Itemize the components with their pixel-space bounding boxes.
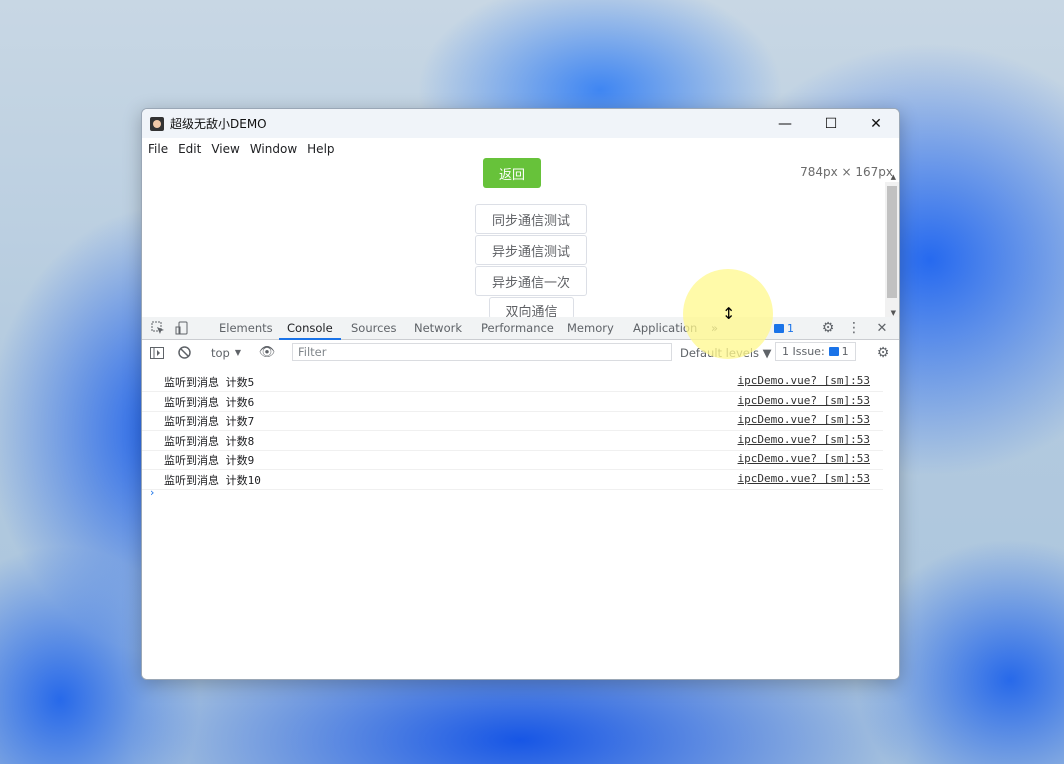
- message-badge[interactable]: 1: [774, 320, 794, 336]
- log-source-link[interactable]: ipcDemo.vue? [sm]:53: [738, 374, 870, 387]
- context-label: top: [211, 345, 230, 360]
- console-toolbar: top ▼ 👁 Filter Default levels ▼ 1 Issue:…: [142, 340, 899, 367]
- menu-view[interactable]: View: [211, 142, 239, 156]
- console-prompt[interactable]: ›: [150, 486, 154, 499]
- log-message: 监听到消息 计数8: [164, 435, 255, 448]
- message-icon: [774, 323, 784, 333]
- issues-label: 1 Issue:: [782, 345, 825, 358]
- log-message: 监听到消息 计数7: [164, 415, 255, 428]
- async-once-button[interactable]: 异步通信一次: [475, 266, 587, 296]
- log-entry: 监听到消息 计数10 ipcDemo.vue? [sm]:53: [142, 470, 883, 490]
- log-source-link[interactable]: ipcDemo.vue? [sm]:53: [738, 433, 870, 446]
- two-way-button[interactable]: 双向通信: [489, 297, 574, 320]
- chevron-down-icon: ▼: [234, 348, 242, 357]
- tab-network[interactable]: Network: [414, 317, 462, 339]
- page-viewport: 返回 784px × 167px 同步通信测试 异步通信测试 异步通信一次 双向…: [142, 158, 899, 326]
- message-count: 1: [787, 321, 794, 335]
- resize-cursor-icon: ↕: [722, 304, 736, 323]
- inspect-element-icon[interactable]: [150, 320, 166, 336]
- tab-memory[interactable]: Memory: [567, 317, 614, 339]
- log-source-link[interactable]: ipcDemo.vue? [sm]:53: [738, 413, 870, 426]
- minimize-button[interactable]: —: [762, 109, 808, 138]
- tab-sources[interactable]: Sources: [351, 317, 397, 339]
- app-window: 超级无敌小DEMO — ☐ ✕ File Edit View Window He…: [141, 108, 900, 680]
- settings-gear-icon[interactable]: ⚙: [820, 320, 836, 336]
- console-output: 监听到消息 计数5 ipcDemo.vue? [sm]:53 监听到消息 计数6…: [142, 366, 899, 679]
- issues-message-icon: [828, 347, 839, 356]
- maximize-button[interactable]: ☐: [808, 109, 854, 138]
- tab-console[interactable]: Console: [279, 317, 341, 340]
- log-message: 监听到消息 计数5: [164, 376, 255, 389]
- console-settings-icon[interactable]: ⚙: [875, 345, 891, 361]
- menu-file[interactable]: File: [148, 142, 168, 156]
- log-entry: 监听到消息 计数7 ipcDemo.vue? [sm]:53: [142, 411, 883, 431]
- log-entry: 监听到消息 计数6 ipcDemo.vue? [sm]:53: [142, 392, 883, 412]
- async-test-button[interactable]: 异步通信测试: [475, 235, 587, 265]
- filter-input[interactable]: Filter: [292, 343, 672, 361]
- menu-edit[interactable]: Edit: [178, 142, 201, 156]
- issues-count: 1: [841, 345, 849, 358]
- back-button[interactable]: 返回: [483, 158, 541, 188]
- menu-window[interactable]: Window: [250, 142, 297, 156]
- viewport-dimensions: 784px × 167px: [800, 165, 893, 179]
- title-bar[interactable]: 超级无敌小DEMO — ☐ ✕: [142, 109, 899, 138]
- log-message: 监听到消息 计数9: [164, 454, 255, 467]
- close-button[interactable]: ✕: [853, 109, 899, 138]
- device-toolbar-icon[interactable]: [174, 320, 190, 336]
- clear-console-icon[interactable]: [177, 345, 192, 360]
- sync-test-button[interactable]: 同步通信测试: [475, 204, 587, 234]
- log-source-link[interactable]: ipcDemo.vue? [sm]:53: [738, 472, 870, 485]
- more-options-icon[interactable]: ⋮: [847, 320, 861, 336]
- scroll-up-icon[interactable]: ▲: [891, 173, 896, 181]
- eye-icon[interactable]: 👁: [259, 345, 276, 360]
- tab-performance[interactable]: Performance: [481, 317, 554, 339]
- log-entry: 监听到消息 计数8 ipcDemo.vue? [sm]:53: [142, 431, 883, 451]
- log-message: 监听到消息 计数10: [164, 474, 261, 487]
- devtools-tab-bar: Elements Console Sources Network Perform…: [142, 317, 899, 340]
- menu-bar: File Edit View Window Help: [142, 138, 899, 160]
- log-source-link[interactable]: ipcDemo.vue? [sm]:53: [738, 452, 870, 465]
- issues-button[interactable]: 1 Issue: 1: [775, 342, 856, 361]
- log-source-link[interactable]: ipcDemo.vue? [sm]:53: [738, 394, 870, 407]
- scrollbar-thumb[interactable]: [887, 186, 897, 298]
- scroll-down-icon[interactable]: ▼: [891, 309, 896, 317]
- context-selector[interactable]: top ▼: [211, 345, 241, 360]
- window-title: 超级无敌小DEMO: [170, 117, 267, 131]
- tab-elements[interactable]: Elements: [219, 317, 273, 339]
- close-devtools-icon[interactable]: ✕: [875, 320, 889, 336]
- log-entry: 监听到消息 计数9 ipcDemo.vue? [sm]:53: [142, 450, 883, 470]
- log-message: 监听到消息 计数6: [164, 396, 255, 409]
- menu-help[interactable]: Help: [307, 142, 334, 156]
- app-icon: [150, 116, 164, 131]
- sidebar-toggle-icon[interactable]: [149, 345, 164, 360]
- log-entry: 监听到消息 计数5 ipcDemo.vue? [sm]:53: [142, 372, 883, 392]
